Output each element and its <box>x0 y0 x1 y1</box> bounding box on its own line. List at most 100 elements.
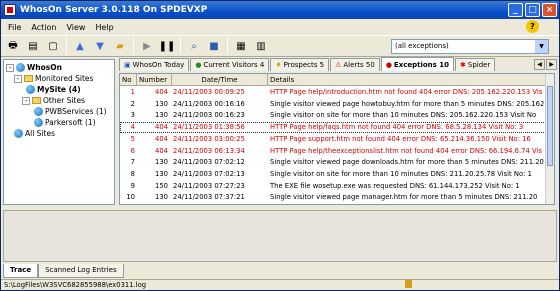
exception-filter-select[interactable]: (all exceptions) ▼ <box>391 39 549 54</box>
cell-dt: 24/11/2003 07:37:21 <box>173 193 245 202</box>
tab-prospects[interactable]: ♦ Prospects 5 <box>270 58 330 71</box>
cell-num: 404 <box>155 146 168 155</box>
cell-num: 404 <box>155 134 168 143</box>
table-row[interactable]: 5 404 24/11/2003 03:00:25 HTTP Page support… <box>120 134 548 145</box>
report-icon[interactable]: ▦ <box>232 37 250 55</box>
vertical-scrollbar[interactable] <box>545 74 554 204</box>
prospects-icon: ♦ <box>275 61 282 69</box>
close-button[interactable]: × <box>542 3 557 17</box>
tab-trace[interactable]: Trace <box>3 264 39 278</box>
visitors-icon: ● <box>195 61 202 69</box>
scroll-left-icon[interactable]: ◀ <box>534 59 545 70</box>
tree-parker-label: Parkersoft (1) <box>45 118 96 127</box>
tab-label: Current Visitors 4 <box>203 61 265 69</box>
status-logfile: S:\LogFiles\W3SVC682855988\ex0311.log <box>4 281 147 289</box>
tab-label: Alerts 50 <box>343 61 375 69</box>
cell-dt: 24/11/2003 00:16:23 <box>173 111 245 120</box>
tab-spider[interactable]: ✱ Spider <box>455 58 496 71</box>
tree-root[interactable]: - WhosOn <box>6 63 62 72</box>
scroll-thumb[interactable] <box>547 86 553 166</box>
down-arrow-icon[interactable]: ▼ <box>91 37 109 55</box>
table-row[interactable]: 8 130 24/11/2003 07:02:13 Single visitor on… <box>120 169 548 180</box>
menu-view[interactable]: View <box>61 23 90 32</box>
cell-det: Single visitor viewed page manager.htm f… <box>270 193 538 202</box>
cell-dt: 24/11/2003 07:02:12 <box>173 158 245 167</box>
table-row[interactable]: 7 130 24/11/2003 07:02:12 Single visitor vi… <box>120 157 548 168</box>
globe-icon <box>34 107 43 116</box>
table-row[interactable]: 1 404 24/11/2003 00:09:25 HTTP Page help/in… <box>120 87 548 98</box>
tab-exceptions[interactable]: ● Exceptions 10 <box>380 57 455 71</box>
folder-icon[interactable]: ▰ <box>111 37 129 55</box>
search-icon[interactable]: ⌕ <box>185 37 203 55</box>
cell-det: Single visitor viewed page howtobuy.htm … <box>270 99 545 108</box>
cell-det: HTTP Page help/introduction.htm not foun… <box>270 88 543 96</box>
cell-num: 130 <box>155 169 168 178</box>
export-icon[interactable]: ▥ <box>252 37 270 55</box>
tree-allsites[interactable]: All Sites <box>14 129 55 138</box>
globe-icon <box>16 63 25 72</box>
collapse-icon[interactable]: - <box>14 74 22 83</box>
stop-icon[interactable]: ■ <box>205 37 223 55</box>
table-row[interactable]: 9 150 24/11/2003 07:27:23 The EXE file wose… <box>120 181 548 192</box>
pause-icon[interactable]: ❚❚ <box>158 37 176 55</box>
tab-label: Spider <box>467 61 491 69</box>
tree-other[interactable]: - Other Sites <box>22 96 85 105</box>
scroll-right-icon[interactable]: ▶ <box>546 59 557 70</box>
cell-num: 150 <box>155 181 168 190</box>
collapse-icon[interactable]: - <box>22 96 30 105</box>
cell-no: 8 <box>130 169 135 178</box>
collapse-icon[interactable]: - <box>6 63 14 72</box>
cell-dt: 24/11/2003 00:16:16 <box>173 99 245 108</box>
cell-dt: 24/11/2003 03:00:25 <box>173 134 245 143</box>
tab-current-visitors[interactable]: ● Current Visitors 4 <box>190 58 270 71</box>
tab-whoson-today[interactable]: ▣ WhosOn Today <box>119 58 190 71</box>
tree-mysite[interactable]: MySite (4) <box>26 85 81 94</box>
table-row[interactable]: 4 404 24/11/2003 01:38:56 HTTP Page help/fa… <box>120 122 548 133</box>
site-tree: - WhosOn - Monitored Sites MySite (4) - … <box>3 59 115 205</box>
properties-icon[interactable]: ▤ <box>24 37 42 55</box>
new-icon[interactable]: ▢ <box>44 37 62 55</box>
tree-pwbservices[interactable]: PWBServices (1) <box>34 107 107 116</box>
table-row[interactable]: 6 404 24/11/2003 06:13:34 HTTP Page help/th… <box>120 146 548 157</box>
column-header-number[interactable]: Number <box>137 74 172 86</box>
menu-action[interactable]: Action <box>26 23 61 32</box>
cell-no: 6 <box>130 146 135 155</box>
table-row[interactable]: 2 130 24/11/2003 00:16:16 Single visitor vi… <box>120 99 548 110</box>
tab-scroll: ◀ ▶ <box>534 59 557 70</box>
column-header-details[interactable]: Details <box>268 74 550 86</box>
tab-scanned-log[interactable]: Scanned Log Entries <box>38 264 124 278</box>
cell-dt: 24/11/2003 01:38:56 <box>173 123 245 132</box>
tab-alerts[interactable]: ⚠ Alerts 50 <box>330 58 380 71</box>
cell-no: 9 <box>130 181 135 190</box>
maximize-button[interactable]: □ <box>525 3 540 17</box>
up-arrow-icon[interactable]: ▲ <box>71 37 89 55</box>
app-icon <box>4 4 16 16</box>
print-icon[interactable]: 🖶 <box>4 37 22 55</box>
menu-help[interactable]: Help <box>90 23 118 32</box>
table-row[interactable]: 10 130 24/11/2003 07:37:21 Single visitor v… <box>120 192 548 203</box>
calendar-icon: ▣ <box>124 61 131 69</box>
toolbar-separator <box>66 38 67 54</box>
menu-bar: File Action View Help ? <box>1 19 559 35</box>
chevron-down-icon[interactable]: ▼ <box>535 40 548 53</box>
cell-det: HTTP Page help/theexceptionslist.htm not… <box>270 146 542 155</box>
tree-parkersoft[interactable]: Parkersoft (1) <box>34 118 96 127</box>
lock-icon <box>405 280 412 288</box>
cell-no: 5 <box>130 134 135 143</box>
tree-root-label: WhosOn <box>27 63 62 72</box>
play-icon[interactable]: ▶ <box>138 37 156 55</box>
view-tabs: ▣ WhosOn Today ● Current Visitors 4 ♦ Prosp… <box>119 57 557 72</box>
column-header-no[interactable]: No <box>120 74 137 86</box>
alert-icon: ⚠ <box>335 61 342 69</box>
tree-monitored[interactable]: - Monitored Sites <box>14 74 93 83</box>
tree-monitored-label: Monitored Sites <box>35 74 94 83</box>
table-row[interactable]: 3 130 24/11/2003 00:16:23 Single visitor on… <box>120 110 548 121</box>
minimize-button[interactable]: _ <box>508 3 523 17</box>
help-icon[interactable]: ? <box>526 20 539 33</box>
lower-tabs: Trace Scanned Log Entries <box>3 264 124 278</box>
menu-file[interactable]: File <box>3 23 26 32</box>
cell-num: 404 <box>155 123 168 132</box>
column-header-datetime[interactable]: Date/Time <box>172 74 268 86</box>
cell-dt: 24/11/2003 00:09:25 <box>173 88 245 96</box>
cell-no: 3 <box>130 111 135 120</box>
